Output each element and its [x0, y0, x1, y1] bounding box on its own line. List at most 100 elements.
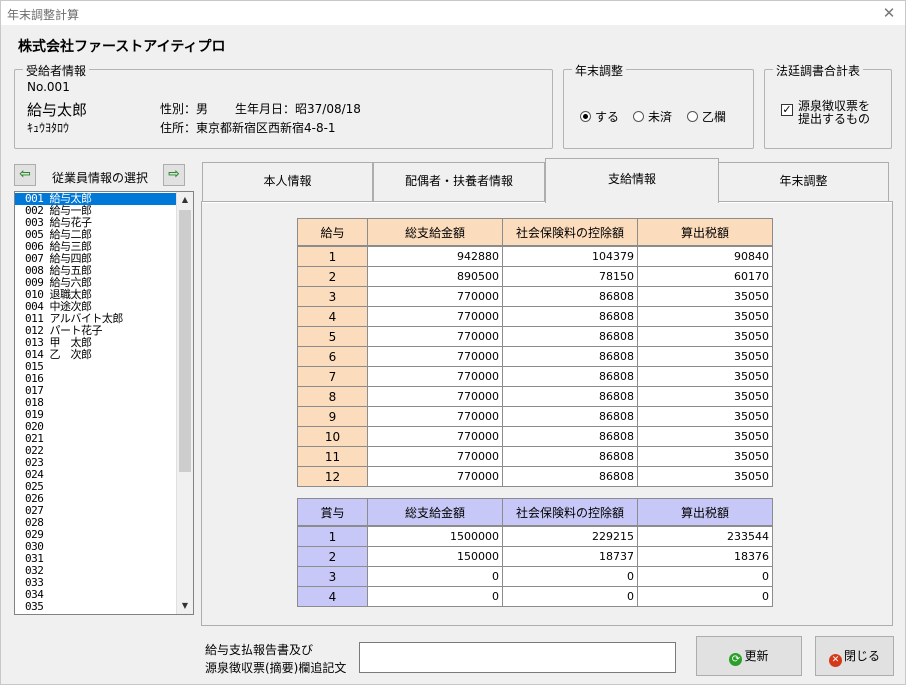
table-row: 2 890500 78150 60170: [297, 266, 773, 287]
table-cell[interactable]: 86808: [502, 346, 638, 367]
table-cell[interactable]: 35050: [637, 466, 773, 487]
recipient-address: 住所：東京都新宿区西新宿4-8-1: [160, 121, 336, 135]
table-cell[interactable]: 78150: [502, 266, 638, 287]
prev-employee-button[interactable]: ⇦: [14, 164, 36, 186]
tab-personal[interactable]: 本人情報: [202, 162, 373, 201]
table-cell[interactable]: 770000: [367, 406, 503, 427]
table-cell[interactable]: 35050: [637, 306, 773, 327]
table-cell[interactable]: 770000: [367, 446, 503, 467]
table-cell[interactable]: 0: [502, 586, 638, 607]
radio-misai[interactable]: 未済: [633, 108, 672, 125]
table-row: 12 770000 86808 35050: [297, 466, 773, 487]
table-cell[interactable]: 150000: [367, 546, 503, 567]
row-header: 1: [297, 526, 368, 547]
recipient-birthdate: 生年月日：昭37/08/18: [235, 102, 361, 116]
table-cell[interactable]: 770000: [367, 306, 503, 327]
radio-otsuran[interactable]: 乙欄: [687, 108, 726, 125]
tab-spouse-dependents[interactable]: 配偶者・扶養者情報: [373, 162, 545, 201]
employee-list-scrollbar[interactable]: ▲ ▼: [176, 192, 193, 614]
table-cell[interactable]: 770000: [367, 346, 503, 367]
scroll-up-icon[interactable]: ▲: [177, 192, 193, 208]
column-header: 総支給金額: [367, 218, 503, 246]
submit-checkbox[interactable]: ✓: [781, 102, 793, 116]
table-cell[interactable]: 942880: [367, 246, 503, 267]
table-cell[interactable]: 35050: [637, 346, 773, 367]
table-cell[interactable]: 86808: [502, 406, 638, 427]
submit-checkbox-label: 源泉徴収票を 提出するもの: [798, 99, 871, 126]
row-header: 2: [297, 266, 368, 287]
next-employee-button[interactable]: ⇨: [163, 164, 185, 186]
table-cell[interactable]: 60170: [637, 266, 773, 287]
table-row: 10 770000 86808 35050: [297, 426, 773, 447]
title-bar: 年末調整計算 ✕: [1, 1, 905, 25]
tab-payment-info[interactable]: 支給情報: [545, 158, 719, 203]
scroll-thumb[interactable]: [179, 210, 191, 472]
close-button[interactable]: ✕ 閉じる: [815, 636, 894, 676]
row-header: 5: [297, 326, 368, 347]
table-cell[interactable]: 35050: [637, 386, 773, 407]
table-cell[interactable]: 0: [367, 566, 503, 587]
table-cell[interactable]: 86808: [502, 446, 638, 467]
salary-table: 給与 総支給金額 社会保険料の控除額 算出税額 1 942880 104379 90840 2 8…: [297, 218, 773, 487]
table-cell[interactable]: 770000: [367, 386, 503, 407]
employee-list[interactable]: 001 給与太郎 002 給与一郎 003 給与花子 005 給与二郎 006 給与三郎…: [14, 191, 194, 615]
scroll-down-icon[interactable]: ▼: [177, 598, 193, 614]
table-cell[interactable]: 0: [637, 586, 773, 607]
table-cell[interactable]: 770000: [367, 466, 503, 487]
table-cell[interactable]: 35050: [637, 406, 773, 427]
table-cell[interactable]: 0: [637, 566, 773, 587]
row-header: 4: [297, 306, 368, 327]
table-cell[interactable]: 770000: [367, 326, 503, 347]
memo-input[interactable]: [359, 642, 676, 673]
close-icon[interactable]: ✕: [877, 2, 901, 24]
table-row: 1 942880 104379 90840: [297, 246, 773, 267]
table-row: 2 150000 18737 18376: [297, 546, 773, 567]
table-cell[interactable]: 0: [502, 566, 638, 587]
payment-info-panel: 給与 総支給金額 社会保険料の控除額 算出税額 1 942880 104379 90840 2 8…: [201, 201, 893, 626]
row-header: 12: [297, 466, 368, 487]
table-cell[interactable]: 229215: [502, 526, 638, 547]
statutory-group: 法廷調書合計表 ✓ 源泉徴収票を 提出するもの: [764, 62, 892, 149]
table-cell[interactable]: 18737: [502, 546, 638, 567]
table-row: 8 770000 86808 35050: [297, 386, 773, 407]
checkmark-icon: ✓: [781, 103, 793, 116]
list-item[interactable]: 035: [15, 601, 177, 613]
table-row: 6 770000 86808 35050: [297, 346, 773, 367]
table-cell[interactable]: 233544: [637, 526, 773, 547]
table-row: 3 770000 86808 35050: [297, 286, 773, 307]
table-cell[interactable]: 86808: [502, 286, 638, 307]
column-header: 総支給金額: [367, 498, 503, 526]
table-cell[interactable]: 770000: [367, 426, 503, 447]
column-header: 給与: [297, 218, 368, 246]
table-cell[interactable]: 86808: [502, 366, 638, 387]
employee-select-label: 従業員情報の選択: [52, 171, 149, 185]
tab-year-end[interactable]: 年末調整: [718, 162, 889, 201]
radio-selected-icon: [580, 111, 591, 122]
table-cell[interactable]: 86808: [502, 326, 638, 347]
table-cell[interactable]: 35050: [637, 286, 773, 307]
table-cell[interactable]: 35050: [637, 366, 773, 387]
table-cell[interactable]: 86808: [502, 306, 638, 327]
table-cell[interactable]: 0: [367, 586, 503, 607]
memo-label: 給与支払報告書及び 源泉徴収票(摘要)欄追記文: [205, 643, 347, 675]
table-cell[interactable]: 770000: [367, 366, 503, 387]
radio-suru[interactable]: する: [580, 108, 619, 125]
table-cell[interactable]: 1500000: [367, 526, 503, 547]
table-cell[interactable]: 86808: [502, 466, 638, 487]
table-cell[interactable]: 86808: [502, 426, 638, 447]
recipient-no: No.001: [27, 80, 70, 94]
table-cell[interactable]: 35050: [637, 446, 773, 467]
row-header: 4: [297, 586, 368, 607]
update-button[interactable]: ⟳ 更新: [696, 636, 802, 676]
column-header: 算出税額: [637, 498, 773, 526]
table-cell[interactable]: 104379: [502, 246, 638, 267]
table-cell[interactable]: 890500: [367, 266, 503, 287]
arrow-right-icon: ⇨: [168, 166, 180, 182]
table-cell[interactable]: 18376: [637, 546, 773, 567]
table-cell[interactable]: 35050: [637, 326, 773, 347]
table-cell[interactable]: 770000: [367, 286, 503, 307]
company-name: 株式会社ファーストアイティプロ: [18, 39, 226, 55]
table-cell[interactable]: 86808: [502, 386, 638, 407]
table-cell[interactable]: 90840: [637, 246, 773, 267]
table-cell[interactable]: 35050: [637, 426, 773, 447]
